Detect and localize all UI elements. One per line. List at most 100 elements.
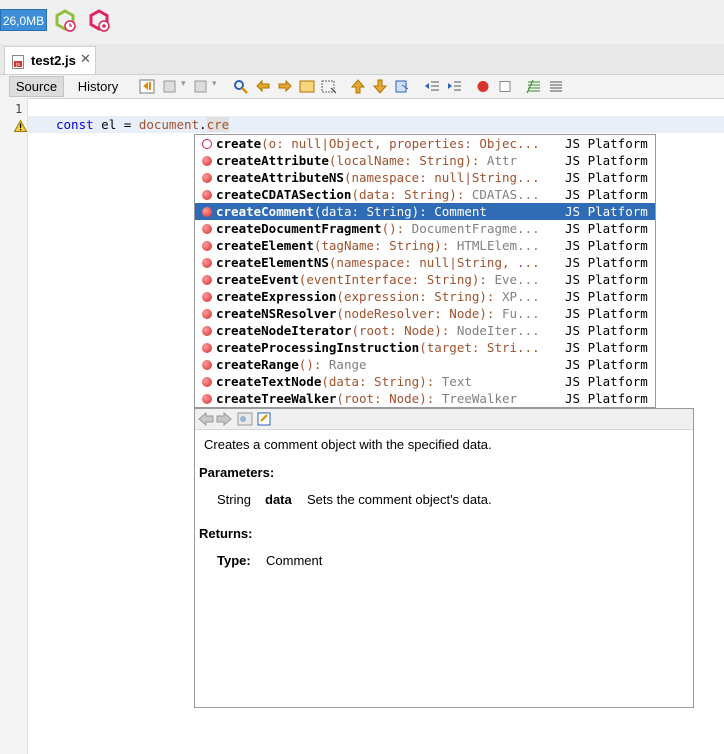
method-icon [202, 394, 212, 404]
chevron-down-icon[interactable]: ▾ [181, 79, 186, 89]
completion-params: (root: Node): TreeWalker [336, 391, 518, 406]
completion-signature: createTreeWalker(root: Node): TreeWalker [216, 391, 556, 406]
svg-text:js: js [15, 62, 20, 68]
completion-item[interactable]: createDocumentFragment(): DocumentFragme… [195, 220, 655, 237]
completion-item[interactable]: createNodeIterator(root: Node): NodeIter… [195, 322, 655, 339]
warning-icon[interactable] [14, 120, 27, 132]
completion-signature: createEvent(eventInterface: String): Eve… [216, 272, 556, 287]
completion-source: JS Platform [565, 187, 648, 202]
method-icon [202, 343, 212, 353]
completion-signature: createExpression(expression: String): XP… [216, 289, 556, 304]
stop-macro-icon[interactable] [497, 79, 513, 94]
method-icon [202, 190, 212, 200]
completion-source: JS Platform [565, 221, 648, 236]
editor-tab-strip: js test2.js ✕ [0, 44, 724, 75]
completion-name: createElementNS [216, 255, 329, 270]
profiler-settings-icon[interactable] [87, 9, 111, 33]
doc-returns-heading: Returns: [199, 526, 253, 541]
doc-type-label: Type: [217, 553, 251, 568]
completion-source: JS Platform [565, 340, 648, 355]
completion-source: JS Platform [565, 357, 648, 372]
js-file-icon: js [12, 55, 24, 69]
tab-test2-js[interactable]: js test2.js ✕ [4, 46, 96, 74]
completion-name: createProcessingInstruction [216, 340, 420, 355]
chevron-down-icon[interactable]: ▾ [212, 79, 217, 89]
completion-item[interactable]: createNSResolver(nodeResolver: Node): Fu… [195, 305, 655, 322]
comment-icon[interactable] [526, 79, 542, 94]
completion-name: createCDATASection [216, 187, 352, 202]
completion-signature: createNSResolver(nodeResolver: Node): Fu… [216, 306, 556, 321]
doc-param-description: Sets the comment object's data. [307, 492, 492, 507]
go-to-source-icon[interactable] [257, 412, 273, 426]
completion-item[interactable]: createTreeWalker(root: Node): TreeWalker… [195, 390, 655, 407]
completion-signature: createDocumentFragment(): DocumentFragme… [216, 221, 556, 236]
completion-params: (namespace: null|String... [343, 170, 540, 185]
identifier-document: document [138, 117, 200, 132]
next-bookmark-icon[interactable] [372, 79, 388, 94]
method-icon [202, 241, 212, 251]
completion-item[interactable]: createRange(): Range JS Platform [195, 356, 655, 373]
completion-item[interactable]: createElementNS(namespace: null|String, … [195, 254, 655, 271]
completion-item[interactable]: createProcessingInstruction(target: Stri… [195, 339, 655, 356]
completion-signature: createTextNode(data: String): Text [216, 374, 556, 389]
completion-name: createAttribute [216, 153, 329, 168]
dot-operator: . [199, 117, 207, 132]
line-gutter [0, 98, 28, 754]
documentation-popup: Creates a comment object with the specif… [194, 408, 694, 708]
find-previous-icon[interactable] [255, 79, 271, 94]
completion-item[interactable]: create(o: null|Object, properties: Objec… [195, 135, 655, 152]
completion-source: JS Platform [565, 272, 648, 287]
completion-params: (): Range [298, 357, 367, 372]
line-number: 1 [15, 102, 23, 116]
code-line[interactable]: const el = document.cre [56, 117, 230, 132]
completion-item[interactable]: createEvent(eventInterface: String): Eve… [195, 271, 655, 288]
open-in-browser-icon[interactable] [237, 412, 253, 426]
forward-arrow-icon[interactable] [216, 412, 232, 426]
completion-params: (expression: String): XP... [336, 289, 540, 304]
toggle-highlight-icon[interactable] [321, 79, 337, 94]
previous-bookmark-icon[interactable] [350, 79, 366, 94]
history-button[interactable]: History [72, 76, 124, 97]
completion-params: (data: String): Comment [313, 204, 487, 219]
completion-params: (localName: String): Attr [328, 153, 518, 168]
find-icon[interactable] [233, 79, 249, 94]
memory-indicator[interactable]: 26,0MB [0, 9, 47, 31]
method-icon [202, 292, 212, 302]
completion-name: createRange [216, 357, 299, 372]
completion-source: JS Platform [565, 170, 648, 185]
constructor-icon [202, 139, 212, 149]
forward-icon[interactable] [193, 79, 209, 94]
completion-item[interactable]: createCDATASection(data: String): CDATAS… [195, 186, 655, 203]
method-icon [202, 309, 212, 319]
documentation-toolbar [195, 409, 693, 430]
method-icon [202, 156, 212, 166]
source-button[interactable]: Source [9, 76, 64, 97]
documentation-content: Creates a comment object with the specif… [195, 430, 693, 707]
completion-item[interactable]: createElement(tagName: String): HTMLElem… [195, 237, 655, 254]
method-icon [202, 326, 212, 336]
completion-params: (tagName: String): HTMLElem... [313, 238, 540, 253]
shift-left-icon[interactable] [424, 79, 440, 94]
uncomment-icon[interactable] [548, 79, 564, 94]
completion-source: JS Platform [565, 306, 648, 321]
profiler-snapshot-icon[interactable] [53, 9, 77, 33]
completion-source: JS Platform [565, 136, 648, 151]
completion-item[interactable]: createAttributeNS(namespace: null|String… [195, 169, 655, 186]
completion-params: (eventInterface: String): Eve... [298, 272, 540, 287]
close-icon[interactable]: ✕ [80, 52, 91, 67]
toggle-bookmark-icon[interactable] [394, 79, 410, 94]
shift-right-icon[interactable] [446, 79, 462, 94]
find-selection-icon[interactable] [299, 79, 315, 94]
completion-signature: createNodeIterator(root: Node): NodeIter… [216, 323, 556, 338]
completion-source: JS Platform [565, 238, 648, 253]
completion-item[interactable]: createExpression(expression: String): XP… [195, 288, 655, 305]
start-macro-icon[interactable] [475, 79, 491, 94]
back-arrow-icon[interactable] [198, 412, 214, 426]
last-edit-icon[interactable] [139, 79, 155, 94]
completion-item[interactable]: createAttribute(localName: String): Attr… [195, 152, 655, 169]
back-icon[interactable] [162, 79, 178, 94]
completion-item[interactable]: createTextNode(data: String): Text JS Pla… [195, 373, 655, 390]
completion-item[interactable]: createComment(data: String): Comment JS P… [195, 203, 655, 220]
code-completion-list[interactable]: create(o: null|Object, properties: Objec… [194, 134, 656, 408]
find-next-icon[interactable] [277, 79, 293, 94]
